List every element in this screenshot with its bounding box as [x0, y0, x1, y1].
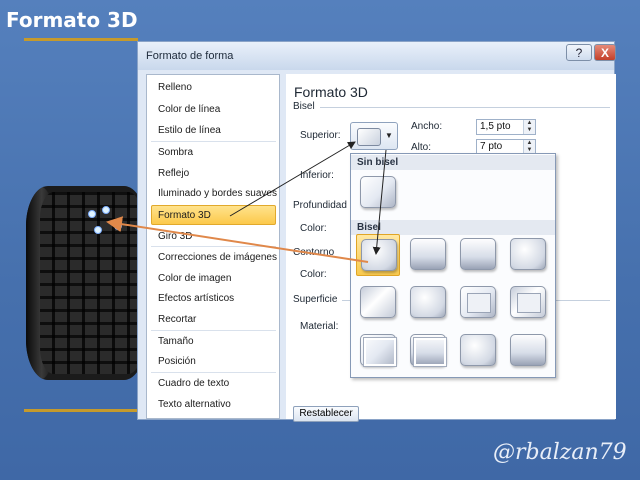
bevel-option-convex[interactable]	[456, 282, 500, 324]
bevel-tile	[510, 286, 546, 318]
bevel-option-cross[interactable]	[456, 234, 500, 276]
nav-item-recortar[interactable]: Recortar	[158, 314, 196, 325]
bevel-option-art-deco[interactable]	[506, 330, 550, 372]
bevel-option-slope[interactable]	[506, 282, 550, 324]
bevel-header: Bisel	[351, 220, 555, 235]
close-button[interactable]: X	[594, 44, 616, 61]
bevel-gallery: Sin bisel Bisel	[350, 153, 556, 378]
reset-button[interactable]: Restablecer	[293, 406, 359, 422]
nav-item-efectos[interactable]: Efectos artísticos	[158, 293, 234, 304]
nav-item-sombra[interactable]: Sombra	[158, 147, 193, 158]
height-label: Alto:	[411, 142, 432, 153]
nav-divider	[151, 330, 276, 331]
no-bevel-header: Sin bisel	[351, 155, 555, 170]
bevel-group-line	[320, 107, 610, 108]
author-signature: @rbalzan79	[493, 440, 627, 465]
help-button[interactable]: ?	[566, 44, 592, 61]
material-label: Material:	[300, 321, 339, 332]
bevel-group-label: Bisel	[293, 101, 315, 112]
selection-handle[interactable]	[88, 210, 96, 218]
spinner-arrows-icon[interactable]: ▲ ▼	[523, 120, 535, 134]
bevel-option-riblet[interactable]	[406, 330, 450, 372]
nav-item-relleno[interactable]: Relleno	[158, 82, 192, 93]
nav-item-cuadro-texto[interactable]: Cuadro de texto	[158, 378, 229, 389]
bevel-tile	[510, 238, 546, 270]
gold-divider-top	[24, 38, 138, 41]
nav-item-color-imagen[interactable]: Color de imagen	[158, 273, 231, 284]
nav-item-estilo-linea[interactable]: Estilo de línea	[158, 125, 221, 136]
bevel-tile	[460, 334, 496, 366]
selection-handle[interactable]	[102, 206, 110, 214]
bevel-tile	[360, 286, 396, 318]
bevel-option-cool-slant[interactable]	[506, 234, 550, 276]
width-label: Ancho:	[411, 121, 443, 132]
bevel-tile	[360, 334, 396, 366]
top-bevel-dropdown[interactable]: ▼	[350, 122, 398, 150]
tire-image[interactable]	[26, 186, 146, 380]
bevel-tile	[410, 286, 446, 318]
gold-divider-bottom	[24, 409, 138, 412]
depth-label: Profundidad	[293, 200, 347, 211]
height-value: 7 pto	[480, 141, 503, 152]
bevel-tile	[361, 239, 397, 271]
contour-color-label: Color:	[300, 269, 327, 280]
bevel-preview	[357, 128, 381, 146]
bevel-option-hard-edge[interactable]	[456, 330, 500, 372]
width-value: 1,5 pto	[480, 121, 511, 132]
depth-color-label: Color:	[300, 223, 327, 234]
dialog-title: Formato de forma	[146, 50, 234, 62]
dialog-titlebar: Formato de forma ? X	[138, 42, 616, 70]
chevron-down-icon: ▼	[385, 131, 393, 140]
bevel-option-none[interactable]	[356, 172, 400, 214]
bevel-option-angle[interactable]	[356, 282, 400, 324]
bevel-option-circle[interactable]	[356, 234, 400, 276]
nav-item-color-linea[interactable]: Color de línea	[158, 104, 220, 115]
panel-title: Formato 3D	[294, 84, 368, 100]
nav-item-giro-3d[interactable]: Giro 3D	[158, 231, 192, 242]
nav-item-correcciones[interactable]: Correcciones de imágenes	[158, 252, 277, 263]
selection-handle[interactable]	[114, 222, 122, 230]
bevel-option-relaxed-inset[interactable]	[406, 234, 450, 276]
spinner-arrows-icon[interactable]: ▲ ▼	[523, 140, 535, 154]
bevel-tile	[460, 238, 496, 270]
category-list: Relleno Color de línea Estilo de línea S…	[146, 74, 280, 419]
bevel-tile	[410, 238, 446, 270]
nav-divider	[151, 246, 276, 247]
bevel-tile	[460, 286, 496, 318]
top-bevel-label: Superior:	[300, 130, 341, 141]
bottom-bevel-label: Inferior:	[300, 170, 334, 181]
bevel-tile	[510, 334, 546, 366]
bevel-option-divot[interactable]	[356, 330, 400, 372]
nav-item-iluminado[interactable]: Iluminado y bordes suaves	[158, 188, 277, 199]
bevel-option-soft-round[interactable]	[406, 282, 450, 324]
bevel-tile	[360, 176, 396, 208]
slide-title: Formato 3D	[6, 8, 138, 32]
width-spinner[interactable]: 1,5 pto ▲ ▼	[476, 119, 536, 135]
bevel-tile	[410, 334, 446, 366]
selection-handle[interactable]	[94, 226, 102, 234]
nav-item-posicion[interactable]: Posición	[158, 356, 196, 367]
nav-item-reflejo[interactable]: Reflejo	[158, 168, 189, 179]
nav-item-tamano[interactable]: Tamaño	[158, 336, 194, 347]
nav-item-formato-3d[interactable]: Formato 3D	[151, 205, 276, 225]
nav-item-texto-alt[interactable]: Texto alternativo	[158, 399, 231, 410]
tire-tread	[40, 192, 142, 374]
surface-group-label: Superficie	[293, 294, 338, 305]
nav-divider	[151, 372, 276, 373]
nav-divider	[151, 141, 276, 142]
contour-label: Contorno	[293, 247, 335, 258]
